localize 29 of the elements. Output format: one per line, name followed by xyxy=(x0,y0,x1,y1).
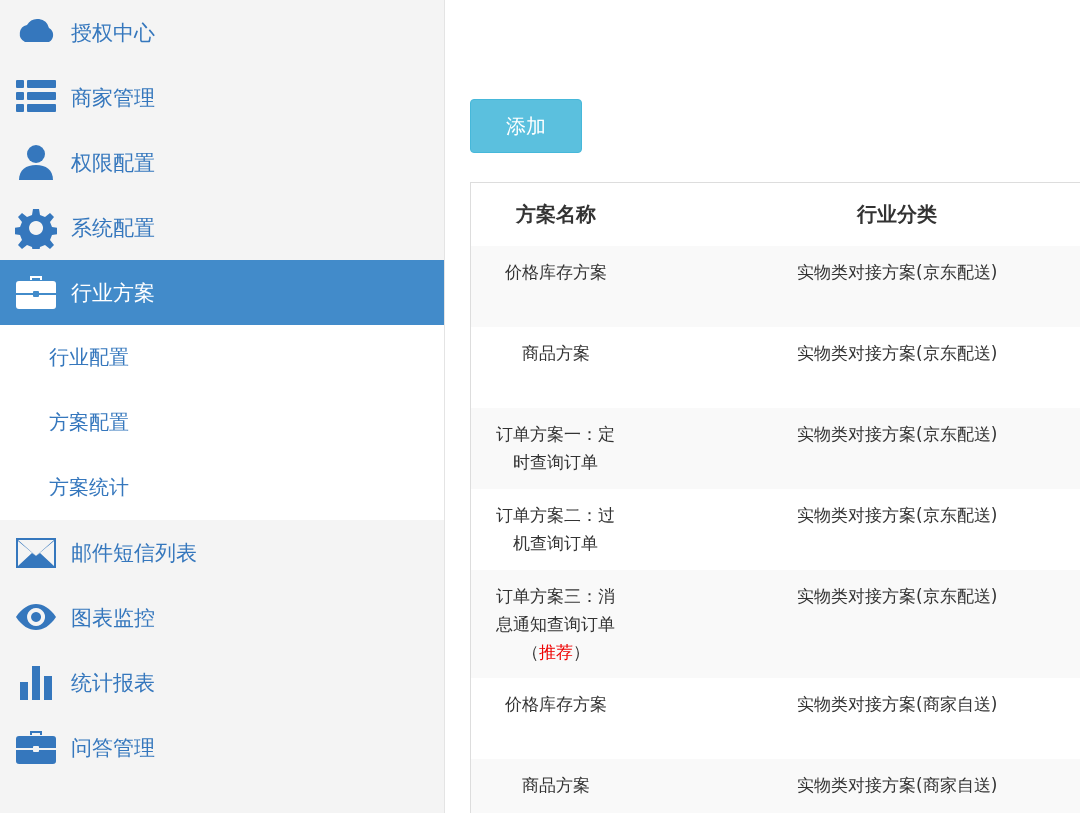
sidebar-item[interactable]: 图表监控 xyxy=(0,585,444,650)
sidebar-item[interactable]: 行业方案 xyxy=(0,260,444,325)
sidebar-item[interactable]: 邮件短信列表 xyxy=(0,520,444,585)
sidebar-subitem[interactable]: 行业配置 xyxy=(0,325,444,390)
sidebar-item[interactable]: 系统配置 xyxy=(0,195,444,260)
table-cell: 实物类对接方案(京东配送) xyxy=(797,505,998,525)
settings-icon xyxy=(15,206,57,249)
table-cell: 商品方案 xyxy=(521,343,590,363)
table-cell: 实物类对接方案(京东配送) xyxy=(797,343,998,363)
table-cell: 实物类对接方案(京东配送) xyxy=(797,586,998,606)
table-cell: 实物类对接方案(商家自送) xyxy=(797,775,998,795)
table-cell: 订单方案二：过机查询订单 xyxy=(496,505,616,553)
table-cell: 价格库存方案 xyxy=(504,694,607,714)
table-cell: 价格库存方案 xyxy=(504,262,607,282)
sidebar-item[interactable]: 问答管理 xyxy=(0,715,444,780)
table-cell: 商品方案 xyxy=(521,775,590,795)
column-header: 行业分类 xyxy=(640,182,1080,246)
sidebar-item[interactable]: 授权中心 xyxy=(0,0,444,65)
sidebar-subitem[interactable]: 方案统计 xyxy=(0,455,444,520)
table-cell: 实物类对接方案(商家自送) xyxy=(797,694,998,714)
column-header: 方案名称 xyxy=(470,182,641,246)
table-cell: 订单方案一：定时查询订单 xyxy=(496,424,616,472)
sidebar-subitem[interactable]: 方案配置 xyxy=(0,390,444,455)
table-cell: 实物类对接方案(京东配送) xyxy=(797,262,998,282)
sidebar-item[interactable]: 统计报表 xyxy=(0,650,444,715)
table-cell: 订单方案三：消息通知查询订单（推荐） xyxy=(496,586,616,662)
table-cell: 实物类对接方案(京东配送) xyxy=(797,424,998,444)
sidebar-item[interactable]: 商家管理 xyxy=(0,65,444,130)
sidebar-item[interactable]: 权限配置 xyxy=(0,130,444,195)
